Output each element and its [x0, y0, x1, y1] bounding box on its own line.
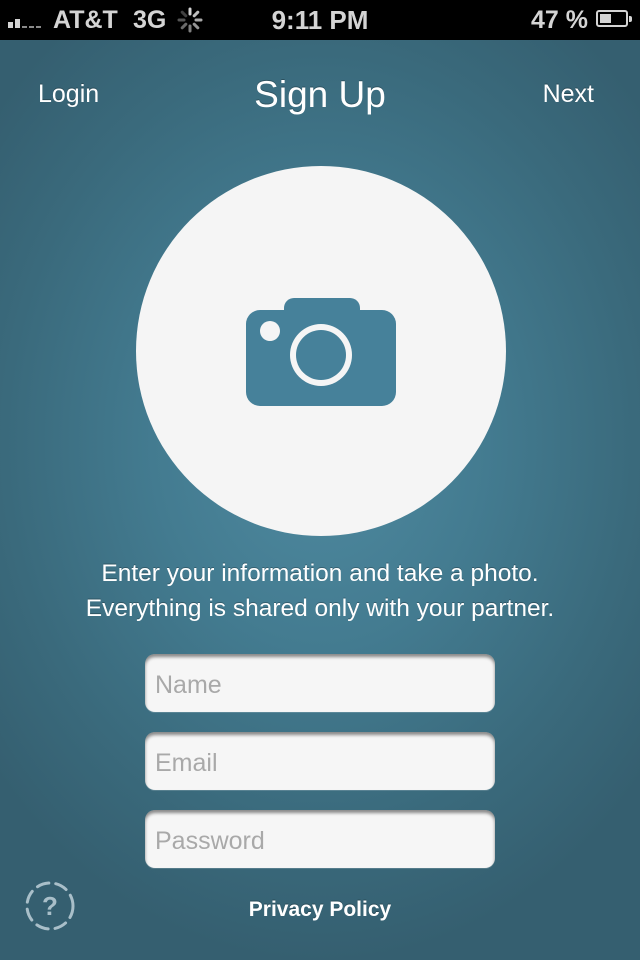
privacy-policy-link-wrap: Privacy Policy — [0, 898, 640, 922]
next-button[interactable]: Next — [543, 80, 594, 109]
instructions-line-2: Everything is shared only with your part… — [85, 595, 555, 622]
instructions-line-1: Enter your information and take a photo. — [101, 560, 539, 587]
battery-fill — [600, 14, 611, 23]
password-field[interactable] — [145, 810, 495, 868]
name-field[interactable] — [145, 654, 495, 712]
status-bar: AT&T 3G 9:11 PM 47 % — [0, 0, 640, 40]
instructions-text: Enter your information and take a photo.… — [0, 556, 640, 626]
battery-percent: 47 % — [531, 6, 588, 34]
privacy-policy-link[interactable]: Privacy Policy — [249, 898, 391, 921]
camera-icon — [246, 298, 396, 406]
email-field[interactable] — [145, 732, 495, 790]
take-photo-button[interactable] — [136, 166, 506, 536]
battery-icon — [596, 10, 632, 27]
